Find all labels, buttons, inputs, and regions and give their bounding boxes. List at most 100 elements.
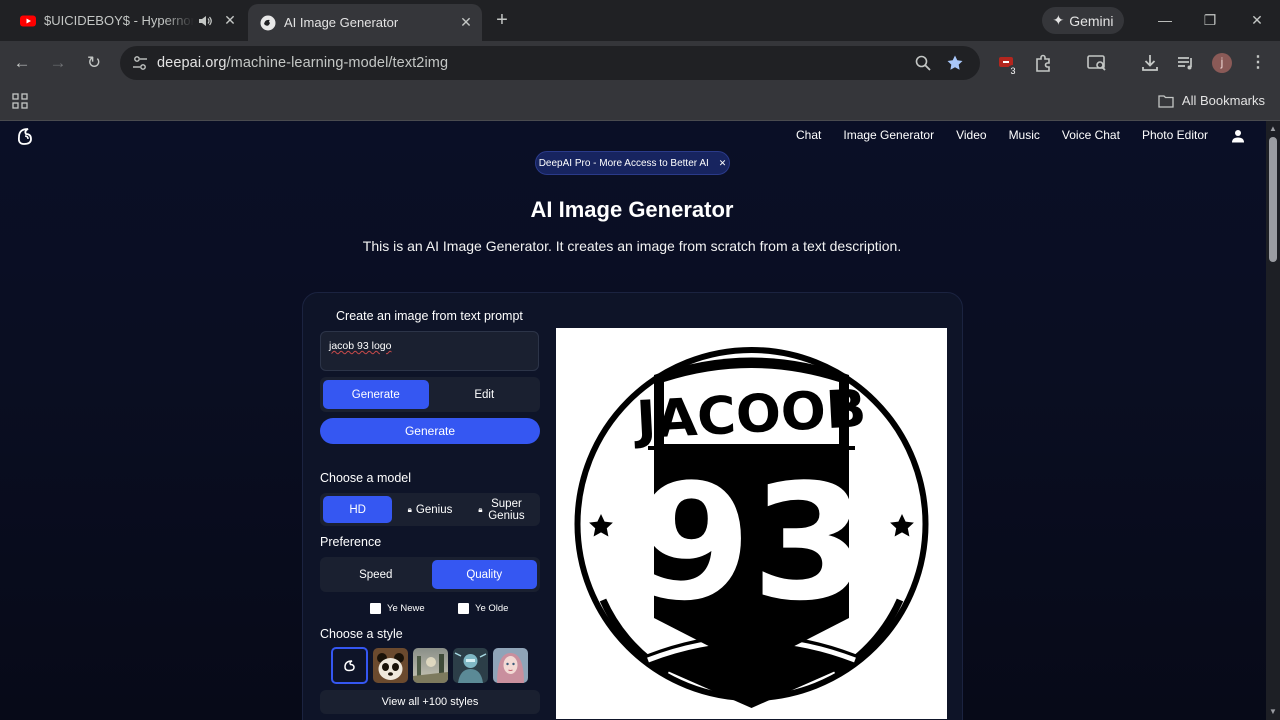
bookmark-star-icon[interactable]	[946, 54, 964, 72]
robot-thumbnail	[453, 648, 488, 683]
youtube-icon	[20, 15, 36, 26]
logo-number-text: 93	[637, 449, 867, 636]
tab-generate[interactable]: Generate	[323, 380, 429, 409]
puzzle-icon[interactable]	[1032, 52, 1054, 74]
close-tab-icon[interactable]: ✕	[456, 13, 476, 33]
extension-badge: 3	[1007, 65, 1019, 77]
model-super-genius-label: Super Genius	[488, 497, 525, 522]
reload-icon[interactable]: ↻	[82, 51, 106, 75]
model-hd[interactable]: HD	[323, 496, 393, 523]
zoom-icon[interactable]	[914, 54, 932, 72]
tab-edit[interactable]: Edit	[432, 380, 538, 409]
model-genius-label: Genius	[415, 503, 453, 516]
forward-icon[interactable]: →	[46, 51, 70, 75]
model-genius[interactable]: 🔒︎ Genius	[395, 496, 464, 523]
menu-icon[interactable]: ⋮	[1246, 51, 1270, 75]
promo-text: DeepAI Pro - More Access to Better AI	[538, 157, 709, 169]
browser-chrome: $UICIDEBOY$ - Hypernormal ✕ AI Image Gen…	[0, 0, 1280, 121]
lock-icon: 🔒︎	[478, 504, 483, 514]
preference-speed[interactable]: Speed	[323, 560, 429, 589]
page-scrollbar[interactable]: ▲ ▼	[1266, 121, 1280, 720]
url-path: /machine-learning-model/text2img	[226, 55, 449, 71]
url-text: deepai.org/machine-learning-model/text2i…	[157, 55, 448, 71]
style-portrait[interactable]	[493, 648, 528, 683]
site-settings-icon[interactable]	[130, 53, 150, 73]
model-super-genius[interactable]: 🔒︎ Super Genius	[468, 496, 537, 523]
model-selector: HD 🔒︎ Genius 🔒︎ Super Genius	[320, 493, 540, 526]
close-tab-icon[interactable]: ✕	[220, 11, 240, 31]
all-bookmarks-button[interactable]: All Bookmarks	[1158, 93, 1265, 108]
nav-image-generator[interactable]: Image Generator	[843, 128, 934, 142]
scroll-thumb[interactable]	[1269, 137, 1277, 262]
model-label: Choose a model	[320, 471, 412, 485]
sparkle-icon: ✦	[1052, 12, 1065, 28]
lock-icon: 🔒︎	[407, 504, 412, 514]
card-heading: Create an image from text prompt	[336, 309, 523, 323]
view-all-styles-button[interactable]: View all +100 styles	[320, 690, 540, 714]
portrait-thumbnail	[493, 648, 528, 683]
gemini-label: Gemini	[1069, 12, 1114, 29]
nav-chat[interactable]: Chat	[796, 128, 821, 142]
speaker-icon[interactable]	[198, 14, 212, 28]
scroll-up-icon[interactable]: ▲	[1268, 125, 1278, 133]
deepai-favicon-icon	[260, 15, 276, 30]
page-viewport: Chat Image Generator Video Music Voice C…	[0, 121, 1266, 720]
close-icon[interactable]: ✕	[719, 158, 727, 169]
nav-music[interactable]: Music	[1009, 128, 1040, 142]
style-default[interactable]	[331, 647, 368, 684]
toolbar: ← → ↻ deepai.org/machine-learning-model/…	[0, 41, 1280, 85]
scroll-down-icon[interactable]: ▼	[1268, 708, 1278, 716]
page-title: AI Image Generator	[530, 197, 734, 222]
generated-image[interactable]: JACOOB 93	[556, 328, 947, 719]
download-icon[interactable]	[1139, 52, 1161, 74]
style-label: Choose a style	[320, 627, 403, 641]
media-search-icon[interactable]	[1086, 52, 1108, 74]
ye-newe-checkbox[interactable]	[370, 603, 381, 614]
deepai-logo-icon	[344, 660, 355, 672]
mode-toggle: Generate Edit	[320, 377, 540, 412]
close-window-icon[interactable]: ✕	[1247, 10, 1267, 30]
prompt-input[interactable]: jacob 93 logo	[320, 331, 539, 371]
page-description: This is an AI Image Generator. It create…	[362, 238, 902, 254]
address-bar[interactable]: deepai.org/machine-learning-model/text2i…	[120, 46, 980, 80]
back-icon[interactable]: ←	[10, 51, 34, 75]
preference-selector: Speed Quality	[320, 557, 540, 592]
minimize-icon[interactable]: —	[1155, 10, 1175, 30]
logo-banner-text: JACOOB	[632, 379, 868, 451]
style-panda[interactable]	[373, 648, 408, 683]
apps-grid-icon[interactable]	[12, 93, 28, 109]
site-nav: Chat Image Generator Video Music Voice C…	[796, 128, 1208, 142]
generate-button[interactable]: Generate	[320, 418, 540, 444]
gemini-button[interactable]: ✦ Gemini	[1042, 7, 1124, 34]
nav-voice-chat[interactable]: Voice Chat	[1062, 128, 1120, 142]
preference-quality[interactable]: Quality	[431, 560, 537, 589]
tab-title: $UICIDEBOY$ - Hypernormal	[44, 13, 194, 28]
restore-icon[interactable]: ❐	[1200, 10, 1220, 30]
tab-strip: $UICIDEBOY$ - Hypernormal ✕ AI Image Gen…	[0, 0, 1280, 41]
generator-card: Create an image from text prompt jacob 9…	[302, 292, 963, 720]
ye-olde-checkbox[interactable]	[458, 603, 469, 614]
nav-photo-editor[interactable]: Photo Editor	[1142, 128, 1208, 142]
ye-newe-option[interactable]: Ye Newe	[370, 603, 425, 614]
new-tab-icon[interactable]: +	[492, 10, 512, 30]
ye-newe-label: Ye Newe	[387, 603, 425, 614]
profile-avatar[interactable]: j	[1212, 53, 1232, 73]
nav-video[interactable]: Video	[956, 128, 986, 142]
tab-youtube[interactable]: $UICIDEBOY$ - Hypernormal ✕	[8, 6, 246, 35]
tab-active[interactable]: AI Image Generator ✕	[248, 4, 482, 41]
all-bookmarks-label: All Bookmarks	[1181, 93, 1265, 108]
preference-label: Preference	[320, 535, 382, 549]
media-controls-icon[interactable]	[1175, 52, 1197, 74]
ye-olde-option[interactable]: Ye Olde	[458, 603, 508, 614]
style-landscape[interactable]	[413, 648, 448, 683]
jacoob-93-logo-image: JACOOB 93	[574, 347, 929, 708]
deepai-logo-icon[interactable]	[16, 127, 36, 145]
bookmarks-bar: All Bookmarks	[0, 85, 1280, 121]
user-icon[interactable]	[1231, 129, 1245, 143]
url-host: deepai.org	[157, 55, 227, 71]
tab-title: AI Image Generator	[284, 15, 399, 30]
landscape-thumbnail	[413, 648, 448, 683]
style-robot[interactable]	[453, 648, 488, 683]
promo-banner[interactable]: DeepAI Pro - More Access to Better AI ✕	[535, 151, 730, 175]
ye-olde-label: Ye Olde	[475, 603, 509, 614]
